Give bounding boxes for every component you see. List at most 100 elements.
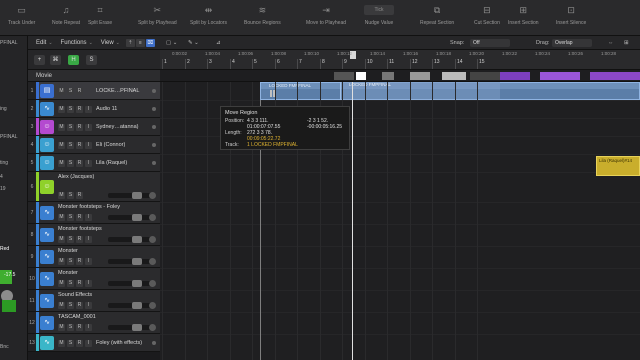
mute-button[interactable]: M [58, 236, 65, 243]
track-name[interactable]: Sydney…atanna) [96, 124, 139, 130]
input-monitor-button[interactable]: I [85, 214, 92, 221]
track-name[interactable]: Eli (Connor) [96, 142, 125, 148]
volume-fader[interactable] [108, 258, 152, 265]
add-track-button[interactable]: + [34, 55, 45, 65]
volume-fader[interactable] [108, 302, 152, 309]
mute-button[interactable]: M [58, 258, 65, 265]
record-button[interactable]: R [76, 258, 83, 265]
solo-button[interactable]: S [67, 160, 74, 167]
volume-fader[interactable] [108, 214, 152, 221]
nudge-value-select[interactable]: Tick Nudge Value [364, 5, 394, 26]
input-monitor-button[interactable]: I [85, 258, 92, 265]
solo-button[interactable]: S [67, 214, 74, 221]
record-button[interactable]: R [76, 214, 83, 221]
solo-button[interactable]: S [67, 106, 74, 113]
flex-view-toggle[interactable]: ⌧ [145, 38, 155, 47]
track-header-row[interactable]: 6 ☺ M S R Alex (Jacques) [28, 172, 160, 202]
drag-mode-select[interactable]: Overlap [552, 39, 592, 47]
mute-button[interactable]: M [58, 302, 65, 309]
record-button[interactable]: R [76, 88, 83, 95]
track-name[interactable]: Alex (Jacques) [58, 174, 94, 180]
pan-knob[interactable] [149, 258, 156, 265]
mute-button[interactable]: M [58, 340, 65, 347]
track-name[interactable]: Sound Effects [58, 292, 92, 298]
pan-knob[interactable] [149, 192, 156, 199]
waveform-icon[interactable]: ∿ [40, 294, 54, 308]
track-header-row[interactable]: 5 ☺ M S R I Lila (Raquel) [28, 154, 160, 172]
repeat-section-button[interactable]: ⧉ Repeat Section [420, 5, 454, 26]
track-name[interactable]: Monster [58, 248, 78, 254]
track-name[interactable]: LOCKE…PFINAL [96, 88, 139, 94]
record-button[interactable]: R [76, 106, 83, 113]
solo-button[interactable]: S [67, 236, 74, 243]
split-by-locators-button[interactable]: ⇹ Split by Locators [190, 5, 227, 26]
waveform-icon[interactable]: ∿ [40, 272, 54, 286]
edit-menu[interactable]: Edit ⌄ [36, 40, 53, 46]
pointer-tool-icon[interactable]: ▢ ⌄ [166, 40, 177, 46]
mute-button[interactable]: M [58, 142, 65, 149]
solo-button[interactable]: S [67, 340, 74, 347]
fader-knob[interactable] [132, 214, 142, 221]
insert-section-button[interactable]: ⊞ Insert Section [508, 5, 539, 26]
track-header-row[interactable]: 2 ∿ M S R I Audio 11 [28, 100, 160, 118]
solo-button[interactable]: S [86, 55, 97, 65]
input-monitor-button[interactable]: I [85, 236, 92, 243]
input-monitor-button[interactable]: I [85, 142, 92, 149]
track-header-row[interactable]: 7 ∿ M S R I Monster footsteps - Foley [28, 202, 160, 224]
record-button[interactable]: R [76, 340, 83, 347]
move-to-playhead-button[interactable]: ⇥ Move to Playhead [306, 5, 346, 26]
pan-knob[interactable] [149, 280, 156, 287]
track-name[interactable]: Lila (Raquel) [96, 160, 127, 166]
person-icon[interactable]: ☺ [40, 120, 54, 134]
track-name[interactable]: Monster [58, 270, 78, 276]
mute-button[interactable]: M [58, 88, 65, 95]
zoom-icon[interactable]: ⇔ [608, 40, 614, 46]
track-under-button[interactable]: ▭ Track Under [8, 5, 35, 26]
track-header-row[interactable]: 10 ∿ M S R I Monster [28, 268, 160, 290]
fader-knob[interactable] [132, 280, 142, 287]
solo-button[interactable]: S [67, 280, 74, 287]
track-name[interactable]: Monster footsteps [58, 226, 102, 232]
pan-knob[interactable] [149, 302, 156, 309]
fader-knob[interactable] [132, 192, 142, 199]
record-button[interactable]: R [76, 160, 83, 167]
track-header-row[interactable]: 4 ☺ M S R I Eli (Connor) [28, 136, 160, 154]
cut-section-button[interactable]: ⊟ Cut Section [474, 5, 500, 26]
fader-knob[interactable] [132, 324, 142, 331]
split-erase-button[interactable]: ⌗ Split Erase [88, 5, 112, 26]
track-header-row[interactable]: 13 ∿ M S R I Foley (with effects) [28, 334, 160, 352]
catch-toggle[interactable]: ⇡ [125, 38, 135, 47]
track-name[interactable]: TASCAM_0001 [58, 314, 96, 320]
solo-button[interactable]: S [67, 258, 74, 265]
volume-fader[interactable] [108, 324, 152, 331]
record-button[interactable]: R [76, 142, 83, 149]
mute-button[interactable]: M [58, 324, 65, 331]
person-icon[interactable]: ☺ [40, 138, 54, 152]
fader-knob[interactable] [132, 258, 142, 265]
pan-knob[interactable] [149, 214, 156, 221]
functions-menu[interactable]: Functions ⌄ [61, 40, 93, 46]
mute-button[interactable]: M [58, 192, 65, 199]
waveform-icon[interactable]: ∿ [40, 228, 54, 242]
track-name[interactable]: Audio 11 [96, 106, 117, 112]
mute-button[interactable]: M [58, 124, 65, 131]
hide-button[interactable]: H [68, 55, 79, 65]
volume-fader[interactable] [108, 192, 152, 199]
pan-knob[interactable] [149, 324, 156, 331]
volume-fader[interactable] [108, 236, 152, 243]
split-by-playhead-button[interactable]: ✂ Split by Playhead [138, 5, 177, 26]
fader-knob[interactable] [132, 302, 142, 309]
input-monitor-button[interactable]: I [85, 280, 92, 287]
input-monitor-button[interactable]: I [85, 324, 92, 331]
mute-button[interactable]: M [58, 280, 65, 287]
waveform-icon[interactable]: ∿ [40, 102, 54, 116]
mute-button[interactable]: M [58, 106, 65, 113]
bounce-regions-button[interactable]: ≋ Bounce Regions [244, 5, 281, 26]
input-monitor-button[interactable]: I [85, 160, 92, 167]
mute-button[interactable]: M [58, 160, 65, 167]
input-monitor-button[interactable]: I [85, 302, 92, 309]
solo-button[interactable]: S [67, 302, 74, 309]
record-button[interactable]: R [76, 302, 83, 309]
waveform-icon[interactable]: ∿ [40, 336, 54, 350]
solo-button[interactable]: S [67, 192, 74, 199]
